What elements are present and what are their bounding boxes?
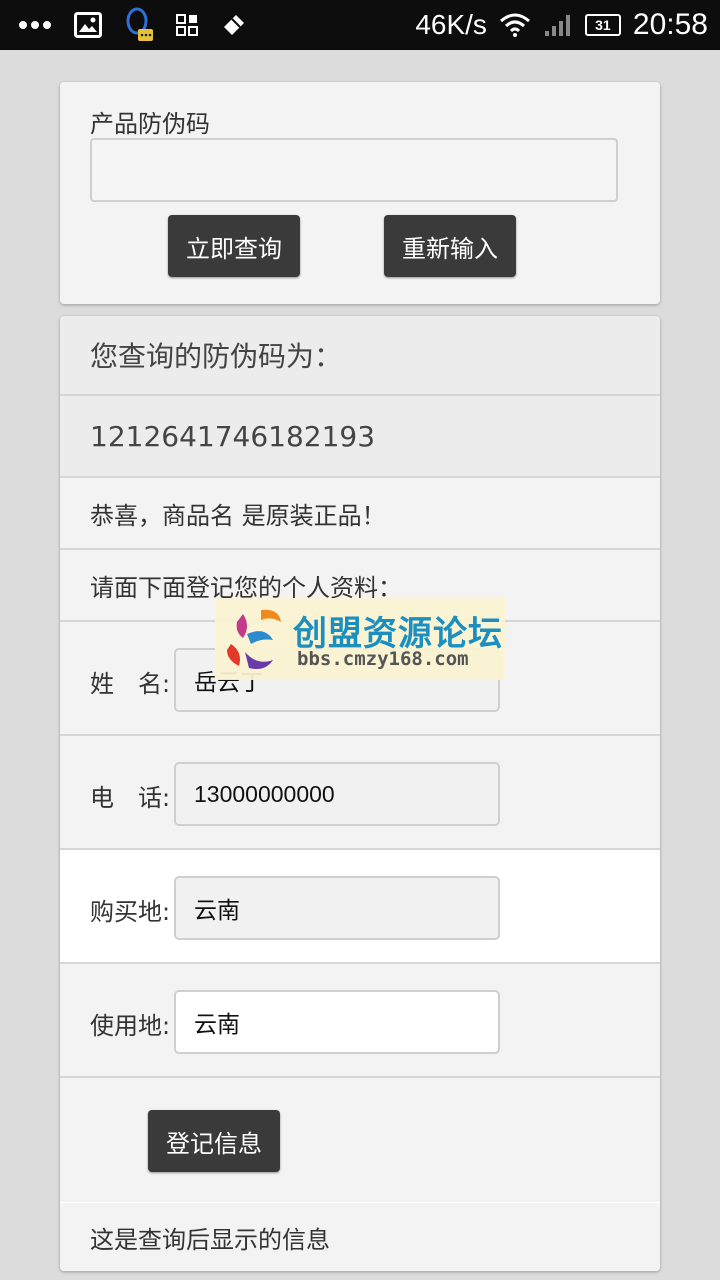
result-message: 恭喜，商品名 是原装正品！ [90,501,386,530]
result-code: 1212641746182193 [90,419,376,453]
purchase-place-label: 购买地: [90,898,171,926]
gallery-icon [74,12,102,38]
result-heading-row: 您查询的防伪码为： [60,316,660,396]
qq-icon [126,7,153,41]
status-bar-notifications [18,0,248,50]
network-speed: 46K/s [415,9,487,40]
use-place-field[interactable]: 云南 [174,990,500,1054]
wifi-icon [499,13,530,37]
code-label: 产品防伪码 [90,110,210,138]
battery-icon: 31 [584,14,621,36]
name-label: 姓 名: [90,670,171,698]
result-heading: 您查询的防伪码为： [90,340,343,373]
query-panel: 产品防伪码 立即查询 重新输入 [60,82,660,304]
query-button[interactable]: 立即查询 [168,215,300,277]
register-button[interactable]: 登记信息 [148,1110,280,1172]
status-bar-system: 46K/s 31 20:58 [415,0,708,50]
watermark: 创盟资源论坛 bbs.cmzy168.com [215,598,505,680]
more-dots-icon [19,21,51,29]
reset-button[interactable]: 重新输入 [384,215,516,277]
code-input[interactable] [90,138,618,202]
watermark-logo [227,609,281,669]
status-bar: 46K/s 31 20:58 [0,0,720,50]
signal-icon [544,15,570,36]
apps-grid-icon [176,14,198,36]
use-place-row: 使用地: 云南 [60,964,660,1078]
purchase-place-row: 购买地: 云南 [60,850,660,964]
phone-row: 电 话: 13000000000 [60,736,660,850]
footer-note-row: 这是查询后显示的信息 [60,1202,660,1271]
watermark-url: bbs.cmzy168.com [297,648,469,670]
use-place-label: 使用地: [90,1012,171,1040]
result-panel: 您查询的防伪码为： 1212641746182193 恭喜，商品名 是原装正品！… [60,316,660,1271]
tag-icon [224,15,244,35]
result-code-row: 1212641746182193 [60,396,660,478]
phone-field[interactable]: 13000000000 [174,762,500,826]
result-message-row: 恭喜，商品名 是原装正品！ [60,478,660,550]
purchase-place-field[interactable]: 云南 [174,876,500,940]
clock: 20:58 [632,8,708,41]
footer-note: 这是查询后显示的信息 [90,1225,330,1254]
phone-label: 电 话: [90,784,171,812]
register-row: 登记信息 [60,1078,660,1202]
